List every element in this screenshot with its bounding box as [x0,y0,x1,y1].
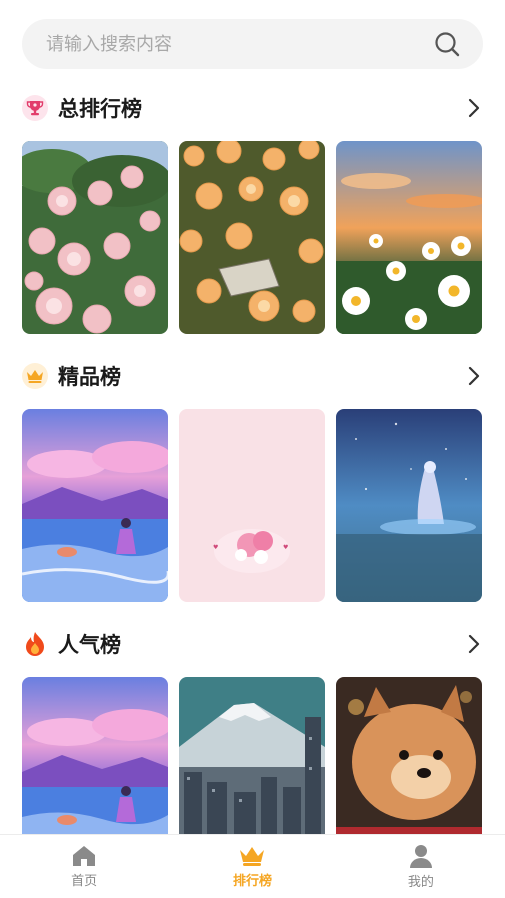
section-header[interactable]: 总排行榜 [22,90,483,126]
search-icon[interactable] [433,30,461,58]
tab-label: 排行榜 [232,873,272,889]
section-total-ranking: 总排行榜 [22,90,483,334]
wallpaper-card-pink-roses[interactable] [22,141,168,334]
section-header[interactable]: 精品榜 [22,358,483,394]
svg-text:♥: ♥ [213,544,218,551]
home-icon [73,845,96,866]
user-icon [409,844,432,868]
wallpaper-card-moon-mermaid[interactable] [336,409,482,602]
tab-mine[interactable]: 我的 [337,835,505,898]
section-title: 人气榜 [58,633,121,657]
tab-label: 我的 [407,874,434,890]
wallpaper-card-daisies-sunset[interactable] [336,141,482,334]
trophy-icon [22,95,48,121]
section-premium-ranking: 精品榜 ♥ ♥ [22,358,483,602]
svg-text:♥: ♥ [283,544,288,551]
wallpaper-card-peach-roses[interactable] [179,141,325,334]
chevron-right-icon[interactable] [467,633,481,655]
chevron-right-icon[interactable] [467,97,481,119]
search-bar[interactable] [22,19,483,69]
crown-icon [22,363,48,389]
tab-label: 首页 [71,873,98,889]
bottom-tab-bar: 首页 排行榜 我的 [0,834,505,898]
crown-icon [240,846,265,866]
tab-ranking[interactable]: 排行榜 [168,835,336,898]
search-input[interactable] [44,32,425,56]
tab-home[interactable]: 首页 [0,835,168,898]
section-title: 精品榜 [58,365,121,389]
section-title: 总排行榜 [58,97,142,121]
wallpaper-card-pink-cartoon[interactable]: ♥ ♥ [179,409,325,602]
chevron-right-icon[interactable] [467,365,481,387]
section-header[interactable]: 人气榜 [22,626,483,662]
wallpaper-card-anime-girl-beach[interactable] [22,409,168,602]
section-popularity-ranking: 人气榜 [22,626,483,870]
flame-icon [22,631,48,657]
